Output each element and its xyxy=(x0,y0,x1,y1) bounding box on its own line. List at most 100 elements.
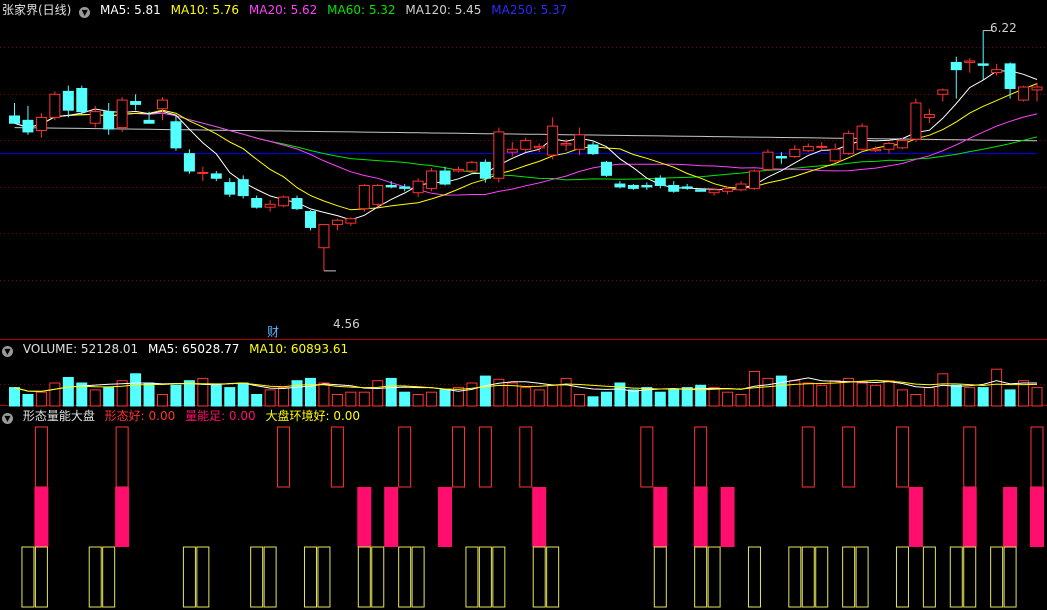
indicator-header: ▼ 形态量能大盘 形态好: 0.00 量能足: 0.00 大盘环境好: 0.00 xyxy=(2,409,366,424)
candle-body xyxy=(304,211,316,228)
volume-bar xyxy=(533,389,545,407)
volume-bar xyxy=(278,387,290,407)
signal-market-bar xyxy=(653,546,667,608)
volume-bar xyxy=(426,391,438,407)
candle-body xyxy=(950,61,962,71)
ma60-value: MA60: 5.32 xyxy=(327,3,396,17)
candle-body xyxy=(829,148,841,162)
volume-bar xyxy=(197,377,209,407)
volume-bar xyxy=(399,391,411,407)
ma250-value: MA250: 5.37 xyxy=(491,3,568,17)
indicator-shape-good: 形态好: 0.00 xyxy=(104,409,176,423)
candle-body xyxy=(466,161,478,172)
ma20-value: MA20: 5.62 xyxy=(248,3,318,17)
chevron-down-icon[interactable]: ▼ xyxy=(2,346,13,357)
candle-body xyxy=(399,186,411,189)
signal-market-bar xyxy=(371,546,385,608)
candle-body xyxy=(748,170,760,189)
signal-market-bar xyxy=(949,546,963,608)
chevron-down-icon[interactable]: ▼ xyxy=(79,7,91,18)
signal-market-bar xyxy=(465,546,479,608)
volume-bar xyxy=(910,394,922,407)
signal-market-bar xyxy=(357,546,371,608)
signal-market-bar xyxy=(895,546,909,608)
candle-body xyxy=(574,134,586,150)
volume-bar xyxy=(116,380,128,407)
volume-bar xyxy=(237,382,249,407)
volume-bar xyxy=(358,391,370,407)
volume-bar xyxy=(816,384,828,407)
volume-bar xyxy=(708,387,720,407)
candle-body xyxy=(358,184,370,210)
signal-volume-bar xyxy=(115,487,130,547)
signal-market-bar xyxy=(492,546,506,608)
volume-bar xyxy=(668,389,680,407)
indicator-market-good: 大盘环境好: 0.00 xyxy=(265,409,361,423)
candle-body xyxy=(896,140,908,149)
ma120-value: MA120: 5.45 xyxy=(405,3,482,17)
signal-market-bar xyxy=(317,546,331,608)
candle-body xyxy=(224,182,236,195)
candle-body xyxy=(35,116,47,131)
financial-report-icon[interactable]: 财 xyxy=(267,325,279,339)
volume-bar xyxy=(318,382,330,407)
candle-body xyxy=(62,90,74,111)
volume-bar xyxy=(829,380,841,407)
candle-body xyxy=(722,187,734,192)
candle-body xyxy=(291,198,303,210)
signal-market-bar xyxy=(21,546,35,608)
volume-bar xyxy=(977,387,989,407)
signal-outline xyxy=(330,426,344,488)
candle-body xyxy=(49,93,61,118)
signal-volume-bar xyxy=(384,487,399,547)
signal-market-bar xyxy=(922,546,936,608)
volume-bar xyxy=(412,394,424,407)
candle-body xyxy=(856,125,868,150)
candle-body xyxy=(991,69,1003,74)
candle-body xyxy=(560,142,572,146)
candle-body xyxy=(156,99,168,110)
volume-bar xyxy=(9,387,20,407)
candle-body xyxy=(345,218,357,224)
chevron-down-icon[interactable]: ▼ xyxy=(2,413,13,424)
candle-body xyxy=(802,145,814,152)
candle-body xyxy=(318,224,330,249)
ma10-value: MA10: 5.76 xyxy=(170,3,240,17)
signal-volume-bar xyxy=(908,487,923,547)
candle-body xyxy=(789,148,801,158)
candle-body xyxy=(412,180,424,194)
candle-body xyxy=(627,184,639,189)
kline-chart[interactable] xyxy=(0,0,1047,610)
volume-bar xyxy=(600,391,612,407)
candle-body xyxy=(143,119,155,124)
candle-body xyxy=(479,161,491,179)
candle-body xyxy=(426,170,438,189)
volume-bar xyxy=(466,382,478,407)
signal-market-bar xyxy=(182,546,196,608)
volume-bar xyxy=(291,380,303,407)
candle-body xyxy=(439,170,451,185)
volume-bar xyxy=(870,384,882,407)
candle-body xyxy=(695,189,707,192)
signal-market-bar xyxy=(842,546,856,608)
chart-window[interactable]: 张家界(日线) ▼ MA5: 5.81 MA10: 5.76 MA20: 5.6… xyxy=(0,0,1047,610)
signal-volume-bar xyxy=(653,487,668,547)
signal-market-bar xyxy=(532,546,546,608)
signal-market-bar xyxy=(478,546,492,608)
volume-bar xyxy=(304,377,316,407)
signal-outline xyxy=(519,426,533,488)
volume-bar xyxy=(506,382,518,407)
low-price-label: 4.56 xyxy=(333,317,360,331)
volume-bar xyxy=(627,389,639,407)
candle-body xyxy=(76,87,88,113)
candle-body xyxy=(964,60,976,63)
ma5-value: MA5: 5.81 xyxy=(100,3,161,17)
signal-volume-bar xyxy=(1003,487,1018,547)
volume-bar xyxy=(183,380,195,407)
volume-bar xyxy=(156,394,168,407)
signal-outline xyxy=(115,426,129,488)
volume-bar xyxy=(574,394,586,407)
financial-marker[interactable]: 财 xyxy=(267,325,285,339)
stock-title: 张家界(日线) xyxy=(2,3,72,17)
candle-body xyxy=(183,153,195,172)
